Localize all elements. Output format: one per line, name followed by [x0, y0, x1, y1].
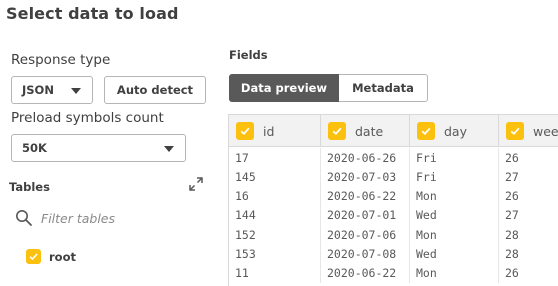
filter-tables-input[interactable]: Filter tables: [41, 211, 115, 226]
column-header-label: id: [263, 123, 275, 139]
column-header-label: date: [355, 123, 384, 139]
checkbox-checked-icon[interactable]: [328, 122, 346, 140]
grid-header: id date day week: [229, 115, 558, 147]
fields-label: Fields: [229, 48, 268, 62]
cell-id: 16: [229, 186, 321, 206]
chevron-down-icon: [71, 88, 81, 94]
checkbox-checked-icon[interactable]: [417, 122, 435, 140]
cell-day: Fri: [410, 167, 499, 187]
cell-week: 28: [499, 244, 558, 264]
cell-week: 26: [499, 148, 558, 168]
fields-view-tabs: Data preview Metadata: [229, 74, 428, 102]
table-item-label: root: [49, 249, 76, 264]
chevron-down-icon: [164, 146, 174, 152]
cell-week: 28: [499, 225, 558, 245]
tables-label: Tables: [9, 180, 50, 194]
cell-day: Fri: [410, 148, 499, 168]
response-type-label: Response type: [11, 52, 111, 68]
cell-date: 2020-06-26: [321, 148, 410, 168]
cell-day: Mon: [410, 263, 499, 283]
table-item-root[interactable]: root: [26, 249, 76, 264]
checkbox-checked-icon[interactable]: [26, 249, 41, 264]
column-header-label: day: [444, 123, 467, 139]
cell-id: 152: [229, 225, 321, 245]
column-header-label: week: [533, 123, 558, 139]
cell-day: Mon: [410, 186, 499, 206]
cell-id: 144: [229, 205, 321, 225]
tab-metadata[interactable]: Metadata: [339, 74, 428, 102]
expand-icon[interactable]: [188, 176, 204, 192]
cell-date: 2020-07-01: [321, 205, 410, 225]
cell-id: 17: [229, 148, 321, 168]
search-icon: [16, 210, 32, 226]
checkbox-checked-icon[interactable]: [236, 122, 254, 140]
response-type-select[interactable]: JSON: [11, 76, 93, 104]
cell-week: 26: [499, 186, 558, 206]
tab-data-preview[interactable]: Data preview: [229, 74, 339, 102]
cell-id: 145: [229, 167, 321, 187]
table-row: 17 2020-06-26 Fri 26: [229, 148, 558, 168]
column-header-week[interactable]: week: [499, 115, 558, 147]
response-type-value: JSON: [22, 83, 54, 97]
auto-detect-button[interactable]: Auto detect: [104, 76, 206, 104]
cell-date: 2020-07-08: [321, 244, 410, 264]
cell-day: Wed: [410, 205, 499, 225]
cell-date: 2020-06-22: [321, 263, 410, 283]
data-preview-grid: id date day week 17 2020-06-26 Fri 26 14…: [228, 114, 558, 286]
preload-symbols-label: Preload symbols count: [11, 110, 164, 126]
table-row: 145 2020-07-03 Fri 27: [229, 167, 558, 187]
dialog-title: Select data to load: [6, 4, 179, 23]
column-header-day[interactable]: day: [410, 115, 499, 147]
preload-symbols-select[interactable]: 50K: [11, 134, 186, 162]
cell-id: 11: [229, 263, 321, 283]
preload-symbols-value: 50K: [22, 141, 47, 155]
table-row: 144 2020-07-01 Wed 27: [229, 205, 558, 225]
table-row: 153 2020-07-08 Wed 28: [229, 244, 558, 264]
checkbox-checked-icon[interactable]: [506, 122, 524, 140]
cell-week: 27: [499, 205, 558, 225]
table-row: 16 2020-06-22 Mon 26: [229, 186, 558, 206]
cell-day: Mon: [410, 225, 499, 245]
table-row: 11 2020-06-22 Mon 26: [229, 263, 558, 283]
cell-date: 2020-07-06: [321, 225, 410, 245]
cell-week: 26: [499, 263, 558, 283]
column-header-id[interactable]: id: [229, 115, 321, 147]
cell-date: 2020-07-03: [321, 167, 410, 187]
cell-week: 27: [499, 167, 558, 187]
table-row: 152 2020-07-06 Mon 28: [229, 225, 558, 245]
cell-id: 153: [229, 244, 321, 264]
column-header-date[interactable]: date: [321, 115, 410, 147]
cell-day: Wed: [410, 244, 499, 264]
cell-date: 2020-06-22: [321, 186, 410, 206]
